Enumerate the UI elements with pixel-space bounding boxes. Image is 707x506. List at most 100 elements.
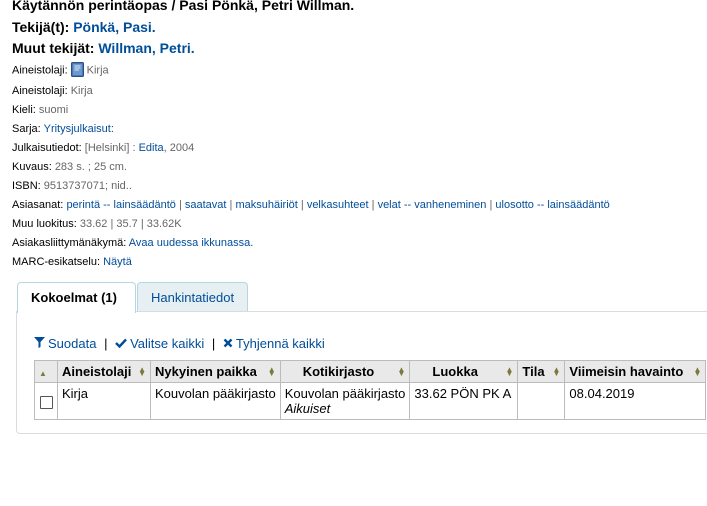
column-header-label: Aineistolaji [62, 364, 132, 379]
record-title: Käytännön perintäopas / Pasi Pönkä, Petr… [12, 0, 355, 13]
marc-preview-label: MARC-esikatselu: [12, 256, 101, 268]
sort-icon: ▲ ▼ [552, 364, 561, 378]
language-label: Kieli: [12, 104, 36, 116]
select-column-header[interactable]: ▲ [34, 360, 58, 383]
column-header-label: Luokka [432, 364, 478, 379]
column-header[interactable]: Nykyinen paikka ▲ ▼ [150, 360, 281, 383]
tab-holdings[interactable]: Kokoelmat (1) [17, 282, 136, 313]
material-type-icon-label: Aineistolaji: [12, 64, 68, 77]
select-all-label: Valitse kaikki [130, 336, 205, 351]
table-row: Kirja Kouvolan pääkirjasto Kouvolan pääk… [34, 382, 707, 420]
description-row: Kuvaus: 283 s. ; 25 cm. [12, 161, 127, 173]
sort-icon: ▲ ▼ [138, 364, 146, 378]
description-value: 283 s. ; 25 cm. [54, 161, 127, 173]
toolbar-separator: | [104, 336, 108, 351]
home-library-cell: Kouvolan pääkirjasto Aikuiset [279, 382, 411, 420]
opac-view-row: Asiakasliittymänäkymä: Avaa uudessa ikku… [12, 237, 253, 249]
column-header[interactable]: Luokka ▲ ▼ [409, 360, 519, 383]
publication-place: [Helsinki] : [84, 142, 136, 154]
checkmark-icon [115, 336, 127, 351]
funnel-icon [34, 336, 45, 351]
book-icon [70, 62, 84, 77]
collection-name: Aikuiset [284, 401, 331, 416]
toolbar-separator: | [211, 336, 216, 351]
other-authors-label: Muut tekijät: [12, 40, 95, 56]
select-all-button[interactable]: Valitse kaikki [111, 336, 207, 351]
language-row: Kieli: suomi [12, 104, 68, 116]
subjects-row: Asiasanat: perintä -- lainsäädäntö | saa… [12, 199, 610, 211]
subject-separator: | [178, 199, 182, 211]
classification-value: 33.62 | 35.7 | 33.62K [79, 218, 182, 230]
sort-icon: ▲ ▼ [505, 364, 514, 378]
other-authors-row: Muut tekijät: Willman, Petri. [12, 40, 195, 56]
row-select-cell [34, 382, 58, 420]
holdings-table: ▲ Aineistolaji ▲ ▼ Nykyinen paikka ▲ ▼ Kotik… [34, 360, 707, 420]
publication-label: Julkaisutiedot: [12, 142, 82, 154]
isbn-value: 9513737071; nid.. [43, 180, 132, 192]
column-header-label: Viimeisin havainto [569, 364, 684, 379]
material-type-value: Kirja [70, 85, 93, 97]
material-type-cell: Kirja [57, 382, 151, 420]
column-header-label: Tila [522, 364, 545, 379]
subject-link[interactable]: velkasuhteet [307, 199, 369, 211]
column-header[interactable]: Tila ▲ ▼ [517, 360, 566, 383]
marc-preview-link[interactable]: Näytä [103, 256, 132, 268]
current-location-cell: Kouvolan pääkirjasto [150, 382, 281, 420]
classification-row: Muu luokitus: 33.62 | 35.7 | 33.62K [12, 218, 182, 230]
material-type-row: Aineistolaji: Kirja [12, 85, 93, 97]
column-header[interactable]: Kotikirjasto ▲ ▼ [279, 360, 411, 383]
authors-row: Tekijä(t): Pönkä, Pasi. [12, 19, 156, 35]
subject-link[interactable]: ulosotto -- lainsäädäntö [495, 199, 609, 211]
publication-row: Julkaisutiedot: [Helsinki] : Edita, 2004 [12, 142, 194, 154]
subject-separator: | [229, 199, 233, 211]
column-header[interactable]: Viimeisin havainto ▲ ▼ [564, 360, 707, 383]
sort-icon: ▲ ▼ [693, 364, 702, 378]
language-value: suomi [38, 104, 69, 116]
sort-up-icon: ▲ [39, 369, 47, 378]
clear-all-button[interactable]: Tyhjennä kaikki [219, 336, 325, 351]
subject-link[interactable]: maksuhäiriöt [235, 199, 297, 211]
material-type-label: Aineistolaji: [12, 85, 68, 97]
call-number-cell: 33.62 PÖN PK A [409, 382, 519, 420]
column-header[interactable]: Aineistolaji ▲ ▼ [57, 360, 151, 383]
clear-all-label: Tyhjennä kaikki [235, 336, 325, 351]
subject-link[interactable]: perintä -- lainsäädäntö [66, 199, 175, 211]
authors-label: Tekijä(t): [12, 19, 70, 35]
x-icon [223, 336, 233, 351]
sort-icon: ▲ ▼ [267, 364, 276, 378]
subject-link[interactable]: saatavat [185, 199, 227, 211]
subject-separator: | [300, 199, 304, 211]
marc-preview-row: MARC-esikatselu: Näytä [12, 256, 132, 268]
subjects-label: Asiasanat: [12, 199, 64, 211]
subject-separator: | [371, 199, 375, 211]
series-label: Sarja: [12, 123, 41, 135]
material-type-icon-text: Kirja [86, 64, 109, 77]
opac-view-label: Asiakasliittymänäkymä: [12, 237, 127, 249]
classification-label: Muu luokitus: [12, 218, 77, 230]
other-author-link[interactable]: Willman, Petri. [98, 40, 194, 56]
subject-separator: | [489, 199, 493, 211]
column-header-label: Kotikirjasto [302, 364, 375, 379]
description-label: Kuvaus: [12, 161, 52, 173]
filter-button[interactable]: Suodata [34, 336, 100, 351]
row-checkbox[interactable] [40, 396, 53, 409]
status-cell [517, 382, 566, 420]
isbn-row: ISBN: 9513737071; nid.. [12, 180, 132, 192]
material-type-icon-row: Aineistolaji: Kirja [12, 62, 109, 78]
subject-link[interactable]: velat -- vanheneminen [378, 199, 487, 211]
holdings-toolbar: Suodata | Valitse kaikki | Tyhjennä kaik… [34, 336, 325, 352]
filter-label: Suodata [48, 336, 97, 351]
author-link[interactable]: Pönkä, Pasi. [73, 19, 155, 35]
last-seen-cell: 08.04.2019 [564, 382, 707, 420]
isbn-label: ISBN: [12, 180, 41, 192]
publication-year: , 2004 [163, 142, 195, 154]
opac-view-link[interactable]: Avaa uudessa ikkunassa. [129, 237, 254, 249]
sort-icon: ▲ ▼ [397, 364, 406, 378]
table-header-row: ▲ Aineistolaji ▲ ▼ Nykyinen paikka ▲ ▼ Kotik… [34, 360, 707, 383]
column-header-label: Nykyinen paikka [155, 364, 257, 379]
tab-acquisitions[interactable]: Hankintatiedot [137, 282, 248, 312]
series-link[interactable]: Yritysjulkaisut: [44, 123, 114, 135]
publisher-link[interactable]: Edita [139, 142, 164, 154]
series-row: Sarja: Yritysjulkaisut: [12, 123, 114, 135]
home-library-name: Kouvolan pääkirjasto [284, 386, 406, 401]
